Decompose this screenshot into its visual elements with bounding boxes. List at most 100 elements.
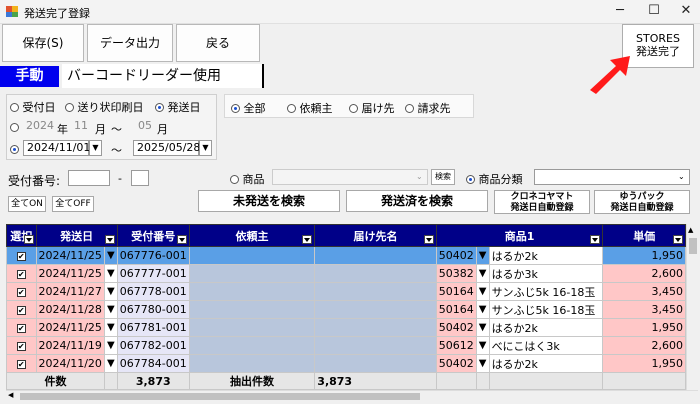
radio-billing[interactable]: 請求先 bbox=[405, 100, 451, 116]
recipient-cell-redacted[interactable] bbox=[314, 282, 437, 301]
ship-date-cell[interactable]: 2024/11/25 bbox=[35, 264, 105, 283]
ship-date-cell[interactable]: 2024/11/20 bbox=[35, 354, 105, 373]
radio-client[interactable]: 依頼主 bbox=[287, 100, 333, 116]
date-dropdown-icon[interactable]: ▼ bbox=[103, 336, 118, 355]
vertical-scroll-thumb[interactable] bbox=[689, 238, 697, 254]
close-button[interactable]: ✕ bbox=[670, 0, 700, 24]
search-unshipped-button[interactable]: 未発送を検索 bbox=[198, 190, 340, 212]
product-code-cell[interactable]: 50402 bbox=[435, 354, 477, 373]
ship-date-cell[interactable]: 2024/11/25 bbox=[35, 246, 105, 265]
search-shipped-button[interactable]: 発送済を検索 bbox=[346, 190, 488, 212]
save-button[interactable]: 保存(S) bbox=[2, 24, 84, 62]
select-all-on-button[interactable]: 全てON bbox=[8, 196, 46, 212]
kuroneko-auto-register-button[interactable]: クロネコヤマト 発送日自動登録 bbox=[494, 190, 590, 214]
col-header-client[interactable]: 依頼主 bbox=[188, 224, 316, 247]
product-dropdown-icon[interactable]: ▼ bbox=[475, 264, 490, 283]
row-checkbox[interactable]: ✔ bbox=[6, 318, 37, 337]
product-code-cell[interactable]: 50402 bbox=[435, 246, 477, 265]
row-checkbox[interactable]: ✔ bbox=[6, 300, 37, 319]
filter-dropdown-icon[interactable] bbox=[104, 235, 115, 244]
receipt-no-cell[interactable]: 067778-001 bbox=[116, 282, 190, 301]
row-checkbox[interactable]: ✔ bbox=[6, 264, 37, 283]
client-cell-redacted[interactable] bbox=[188, 282, 316, 301]
date-dropdown-icon[interactable]: ▼ bbox=[103, 300, 118, 319]
stores-shipped-button[interactable]: STORES 発送完了 bbox=[622, 24, 694, 68]
radio-year-month[interactable] bbox=[10, 121, 19, 134]
radio-label-printed[interactable]: 送り状印刷日 bbox=[65, 99, 144, 115]
maximize-button[interactable]: ☐ bbox=[638, 0, 670, 24]
receipt-no-cell[interactable]: 067776-001 bbox=[116, 246, 190, 265]
month-to-field[interactable]: 05 bbox=[135, 119, 157, 135]
ship-date-cell[interactable]: 2024/11/27 bbox=[35, 282, 105, 301]
unit-price-cell[interactable]: 1,950 bbox=[602, 354, 686, 373]
col-header-receipt-no[interactable]: 受付番号 bbox=[116, 224, 190, 247]
client-cell-redacted[interactable] bbox=[188, 336, 316, 355]
date-dropdown-icon[interactable]: ▼ bbox=[103, 318, 118, 337]
product-name-cell[interactable]: はるか2k bbox=[488, 318, 604, 337]
back-button[interactable]: 戻る bbox=[176, 24, 260, 62]
unit-price-cell[interactable]: 2,600 bbox=[602, 336, 686, 355]
row-checkbox[interactable]: ✔ bbox=[6, 354, 37, 373]
table-row[interactable]: ✔ 2024/11/27 ▼ 067778-001 50164 ▼ サンふじ5k 16-18… bbox=[6, 282, 686, 301]
product-name-cell[interactable]: はるか2k bbox=[488, 246, 604, 265]
ship-date-cell[interactable]: 2024/11/25 bbox=[35, 318, 105, 337]
product-code-cell[interactable]: 50612 bbox=[435, 336, 477, 355]
product-code-cell[interactable]: 50164 bbox=[435, 300, 477, 319]
client-cell-redacted[interactable] bbox=[188, 264, 316, 283]
product-dropdown-icon[interactable]: ▼ bbox=[475, 246, 490, 265]
product-code-cell[interactable]: 50402 bbox=[435, 318, 477, 337]
tab-manual[interactable]: 手動 bbox=[0, 66, 59, 87]
unit-price-cell[interactable]: 3,450 bbox=[602, 300, 686, 319]
filter-dropdown-icon[interactable] bbox=[176, 235, 187, 244]
date-from-field[interactable]: 2024/11/01 bbox=[23, 140, 90, 156]
ship-date-cell[interactable]: 2024/11/19 bbox=[35, 336, 105, 355]
col-header-product1[interactable]: 商品1 bbox=[435, 224, 604, 247]
recipient-cell-redacted[interactable] bbox=[314, 264, 437, 283]
select-all-off-button[interactable]: 全てOFF bbox=[52, 196, 94, 212]
product-dropdown-icon[interactable]: ▼ bbox=[475, 282, 490, 301]
unit-price-cell[interactable]: 2,600 bbox=[602, 264, 686, 283]
client-cell-redacted[interactable] bbox=[188, 354, 316, 373]
product-name-cell[interactable]: はるか3k bbox=[488, 264, 604, 283]
filter-dropdown-icon[interactable] bbox=[23, 235, 34, 244]
table-row[interactable]: ✔ 2024/11/25 ▼ 067781-001 50402 ▼ はるか2k 1,950 bbox=[6, 318, 686, 337]
client-cell-redacted[interactable] bbox=[188, 300, 316, 319]
filter-dropdown-icon[interactable] bbox=[423, 235, 434, 244]
receipt-from-input[interactable] bbox=[68, 170, 110, 186]
radio-product[interactable]: 商品 bbox=[230, 171, 265, 187]
unit-price-cell[interactable]: 1,950 bbox=[602, 318, 686, 337]
horizontal-scrollbar[interactable]: ◀ bbox=[6, 390, 698, 402]
col-header-unit-price[interactable]: 単価 bbox=[602, 224, 686, 247]
col-header-ship-date[interactable]: 発送日 bbox=[35, 224, 118, 247]
date-dropdown-icon[interactable]: ▼ bbox=[103, 246, 118, 265]
export-button[interactable]: データ出力 bbox=[87, 24, 173, 62]
unit-price-cell[interactable]: 1,950 bbox=[602, 246, 686, 265]
table-row[interactable]: ✔ 2024/11/20 ▼ 067784-001 50402 ▼ はるか2k 1,950 bbox=[6, 354, 686, 373]
month-from-field[interactable]: 11 bbox=[71, 119, 93, 135]
recipient-cell-redacted[interactable] bbox=[314, 246, 437, 265]
vertical-scrollbar[interactable]: ▲ bbox=[686, 224, 698, 390]
filter-dropdown-icon[interactable] bbox=[302, 235, 313, 244]
scroll-left-icon[interactable]: ◀ bbox=[8, 391, 13, 399]
year-field[interactable]: 2024 bbox=[23, 119, 55, 135]
date-dropdown-icon[interactable]: ▼ bbox=[103, 354, 118, 373]
receipt-no-cell[interactable]: 067781-001 bbox=[116, 318, 190, 337]
date-to-dropdown-icon[interactable]: ▼ bbox=[199, 140, 212, 156]
recipient-cell-redacted[interactable] bbox=[314, 336, 437, 355]
product-name-cell[interactable]: サンふじ5k 16-18玉 bbox=[488, 282, 604, 301]
table-row[interactable]: ✔ 2024/11/25 ▼ 067776-001 50402 ▼ はるか2k 1,950 bbox=[6, 246, 686, 265]
yupack-auto-register-button[interactable]: ゆうパック 発送日自動登録 bbox=[594, 190, 690, 214]
shipment-grid[interactable]: 選択 発送日 受付番号 依頼主 届け先名 商品1 単価 ✔ 2024/11/25 ▼… bbox=[6, 224, 686, 390]
row-checkbox[interactable]: ✔ bbox=[6, 336, 37, 355]
product-dropdown-icon[interactable]: ▼ bbox=[475, 354, 490, 373]
row-checkbox[interactable]: ✔ bbox=[6, 282, 37, 301]
date-from-dropdown-icon[interactable]: ▼ bbox=[89, 140, 102, 156]
radio-date-range[interactable] bbox=[10, 143, 19, 156]
radio-all[interactable]: 全部 bbox=[231, 100, 266, 116]
client-cell-redacted[interactable] bbox=[188, 318, 316, 337]
date-dropdown-icon[interactable]: ▼ bbox=[103, 264, 118, 283]
product-code-cell[interactable]: 50164 bbox=[435, 282, 477, 301]
recipient-cell-redacted[interactable] bbox=[314, 354, 437, 373]
col-header-recipient[interactable]: 届け先名 bbox=[314, 224, 437, 247]
radio-category[interactable]: 商品分類 bbox=[466, 171, 523, 187]
